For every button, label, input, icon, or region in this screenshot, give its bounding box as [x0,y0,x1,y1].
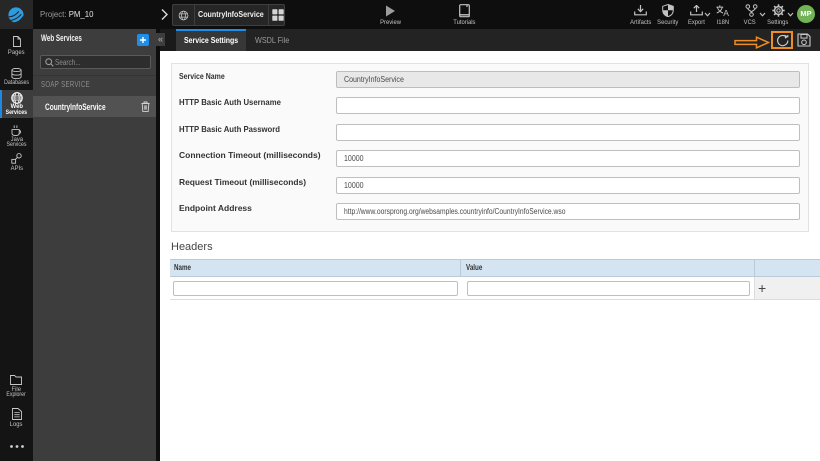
svg-text:A: A [723,8,729,17]
